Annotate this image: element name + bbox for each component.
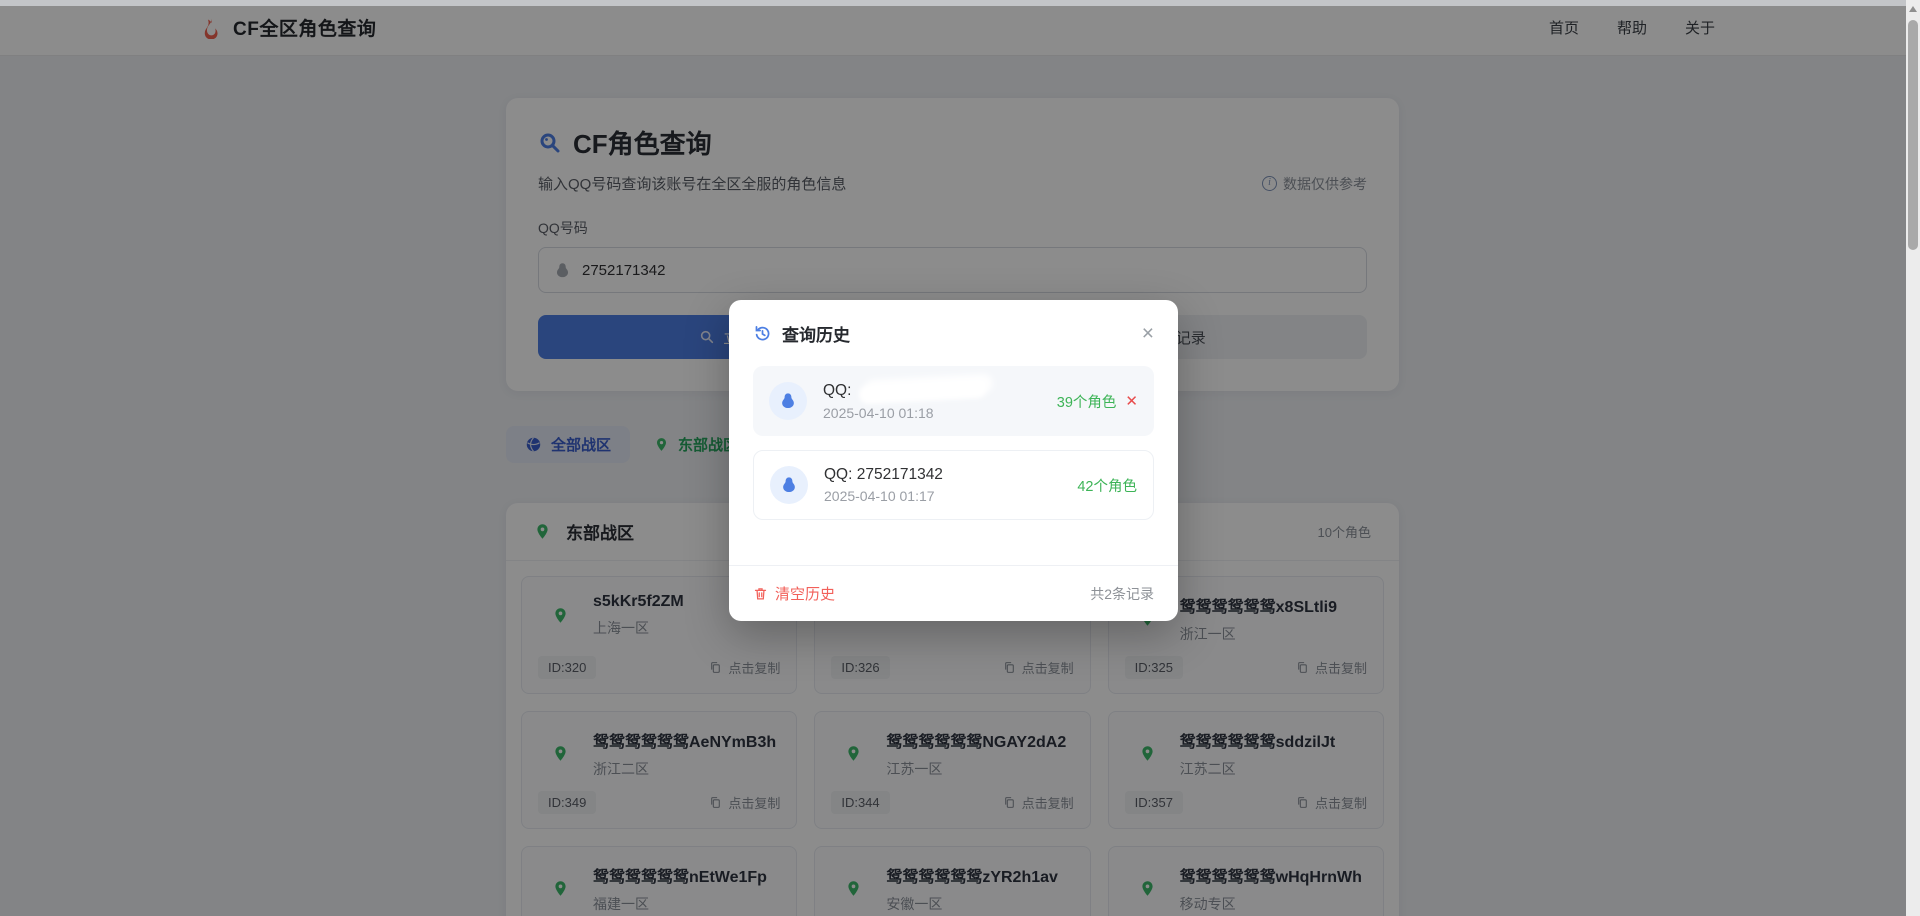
avatar xyxy=(769,382,807,420)
history-count: 42个角色 xyxy=(1077,475,1137,496)
history-item[interactable]: QQ: 2025-04-10 01:18 39个角色 ✕ xyxy=(753,366,1154,436)
qq-penguin-icon xyxy=(780,476,798,494)
window-top-edge xyxy=(0,0,1920,6)
scrollbar-track[interactable] xyxy=(1906,0,1920,916)
history-time: 2025-04-10 01:18 xyxy=(823,405,987,421)
history-qq: QQ: 2752171342 xyxy=(824,466,943,484)
scrollbar-thumb[interactable] xyxy=(1908,20,1918,250)
qq-penguin-icon xyxy=(779,392,797,410)
history-list: QQ: 2025-04-10 01:18 39个角色 ✕ QQ: 2752171… xyxy=(729,356,1178,534)
close-icon[interactable]: × xyxy=(1142,323,1154,344)
history-count: 39个角色 xyxy=(1057,391,1117,412)
history-qq: QQ: xyxy=(823,382,851,400)
modal-header: 查询历史 × xyxy=(729,300,1178,356)
trash-icon xyxy=(753,586,768,601)
history-icon xyxy=(753,324,772,343)
history-modal: 查询历史 × QQ: 2025-04-10 01:18 39个角色 ✕ xyxy=(729,300,1178,621)
redacted-qq-number xyxy=(859,378,988,404)
modal-footer: 清空历史 共2条记录 xyxy=(729,565,1178,621)
clear-history-button[interactable]: 清空历史 xyxy=(753,583,835,604)
scrollbar-up-arrow[interactable] xyxy=(1906,0,1920,18)
history-item[interactable]: QQ: 2752171342 2025-04-10 01:17 42个角色 xyxy=(753,450,1154,520)
avatar xyxy=(770,466,808,504)
history-time: 2025-04-10 01:17 xyxy=(824,488,943,504)
modal-title: 查询历史 xyxy=(782,321,850,346)
record-total: 共2条记录 xyxy=(1090,584,1154,604)
clear-history-label: 清空历史 xyxy=(775,583,835,604)
delete-icon[interactable]: ✕ xyxy=(1125,392,1138,410)
